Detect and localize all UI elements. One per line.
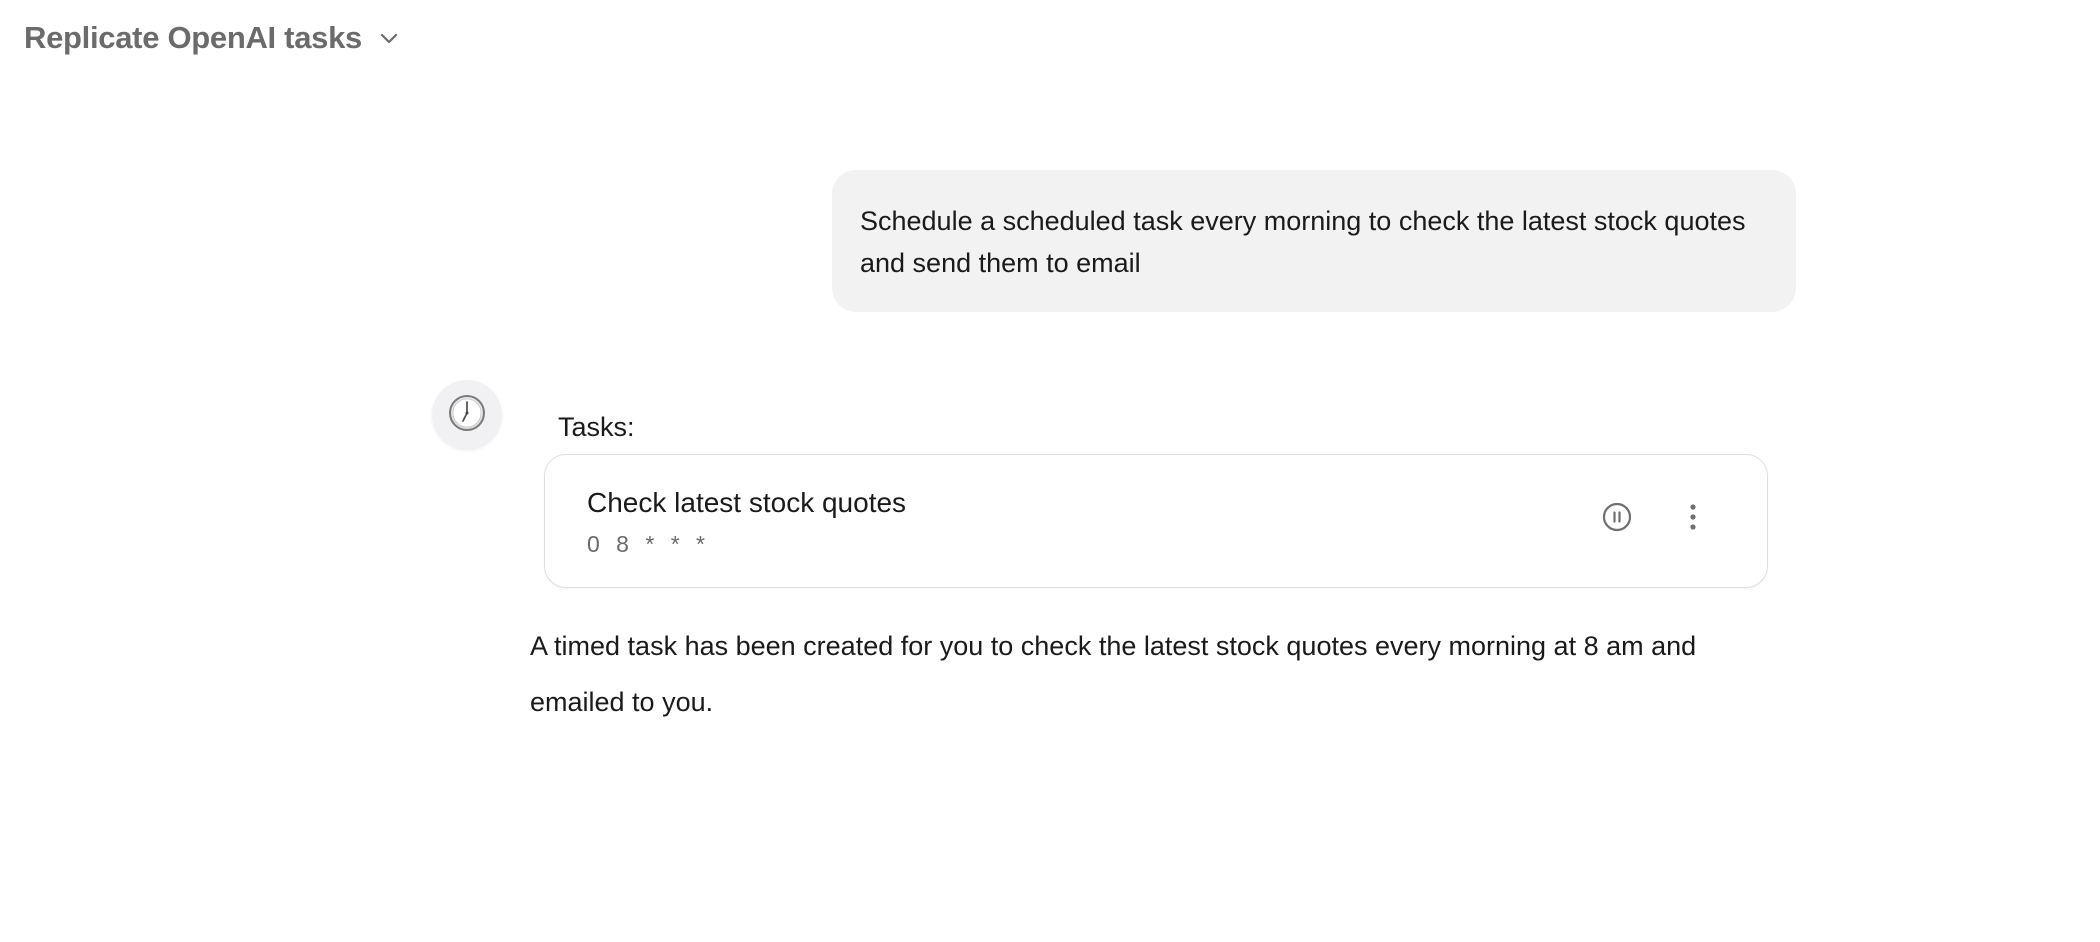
clock-icon [447,393,487,438]
task-name: Check latest stock quotes [587,487,907,518]
user-message-bubble: Schedule a scheduled task every morning … [832,170,1796,312]
more-options-button[interactable] [1675,501,1711,537]
chevron-down-icon[interactable] [376,25,402,51]
conversation-title-dropdown[interactable]: Replicate OpenAI tasks [24,16,402,60]
pause-icon [1601,501,1633,538]
more-vertical-icon [1687,501,1699,538]
assistant-response-text: A timed task has been created for you to… [530,631,1697,717]
conversation-title: Replicate OpenAI tasks [24,20,362,55]
assistant-avatar [432,380,502,450]
user-message-text: Schedule a scheduled task every morning … [860,206,1746,278]
task-actions [1599,501,1711,537]
tasks-label: Tasks: [558,412,635,442]
pause-button[interactable] [1599,501,1635,537]
task-card[interactable]: Check latest stock quotes 0 8 * * * [544,454,1768,588]
chat-page: Replicate OpenAI tasks Schedule a schedu… [0,0,2100,942]
task-schedule: 0 8 * * * [587,531,710,557]
